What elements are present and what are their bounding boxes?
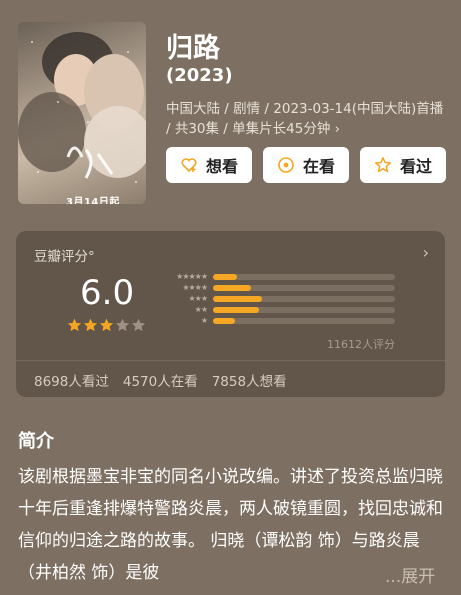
rating-count: 11612人评分 — [327, 338, 395, 351]
distribution-row: ★★★★★ — [156, 272, 396, 281]
distribution-stars: ★★★★★ — [176, 272, 208, 281]
distribution-track — [213, 307, 395, 313]
star-filled-icon — [67, 318, 82, 332]
star-filled-icon — [83, 318, 98, 332]
star-empty-icon — [131, 318, 146, 332]
want-to-watch-button[interactable]: 想看 — [166, 147, 252, 183]
watched-label: 看过 — [399, 157, 432, 176]
target-circle-icon — [278, 157, 294, 173]
distribution-bar — [213, 274, 237, 280]
distribution-row: ★★★★ — [156, 283, 396, 292]
want-count: 7858人想看 — [211, 374, 287, 390]
distribution-bar — [213, 307, 259, 313]
watching-label: 在看 — [302, 157, 335, 176]
distribution-track — [213, 318, 395, 324]
distribution-stars: ★★★ — [188, 294, 208, 303]
distribution-bar — [213, 285, 252, 291]
chevron-right-icon[interactable]: › — [423, 243, 429, 262]
distribution-stars: ★★ — [194, 305, 208, 314]
distribution-bar — [213, 318, 235, 324]
poster-art — [18, 32, 146, 183]
watching-count: 4570人在看 — [122, 374, 198, 390]
watching-button[interactable]: 在看 — [263, 147, 349, 183]
distribution-track — [213, 285, 395, 291]
distribution-row: ★★ — [156, 305, 396, 314]
heart-plus-icon — [181, 158, 197, 173]
star-outline-icon — [375, 157, 391, 173]
synopsis-text: 该剧根据墨宝非宝的同名小说改编。讲述了投资总监归晓十年后重逢排爆特警路炎晨，两人… — [18, 467, 443, 583]
watched-button[interactable]: 看过 — [360, 147, 446, 183]
distribution-bar — [213, 296, 263, 302]
expand-link[interactable]: ...展开 — [383, 562, 436, 587]
distribution-stars: ★★★★ — [182, 283, 208, 292]
distribution-row: ★ — [156, 316, 396, 325]
rating-score: 6.0 — [80, 273, 135, 313]
rating-stars — [67, 318, 146, 332]
watch-stats: 8698人看过 4570人在看 7858人想看 — [34, 370, 287, 390]
divider — [16, 360, 445, 361]
distribution-stars: ★ — [200, 316, 208, 325]
watched-count: 8698人看过 — [34, 374, 109, 390]
poster-image[interactable]: 3月14日起 — [18, 22, 146, 204]
synopsis-heading: 简介 — [18, 431, 54, 452]
star-empty-icon — [115, 318, 130, 332]
star-filled-icon — [99, 318, 114, 332]
want-to-watch-label: 想看 — [205, 157, 238, 176]
show-meta[interactable]: 中国大陆 / 剧情 / 2023-03-14(中国大陆)首播 / 共30集 / … — [166, 99, 444, 139]
distribution-row: ★★★ — [156, 294, 396, 303]
show-title: 归路 — [166, 33, 220, 64]
show-year: (2023) — [166, 65, 233, 86]
rating-card[interactable]: 豆瓣评分° › 6.0 ★★★★★ ★★★★ ★★★ ★★ ★ 11612人评分 869… — [16, 231, 445, 397]
douban-rating-label: 豆瓣评分° — [34, 249, 95, 265]
distribution-track — [213, 274, 395, 280]
poster-date: 3月14日起 — [66, 197, 120, 204]
distribution-track — [213, 296, 395, 302]
